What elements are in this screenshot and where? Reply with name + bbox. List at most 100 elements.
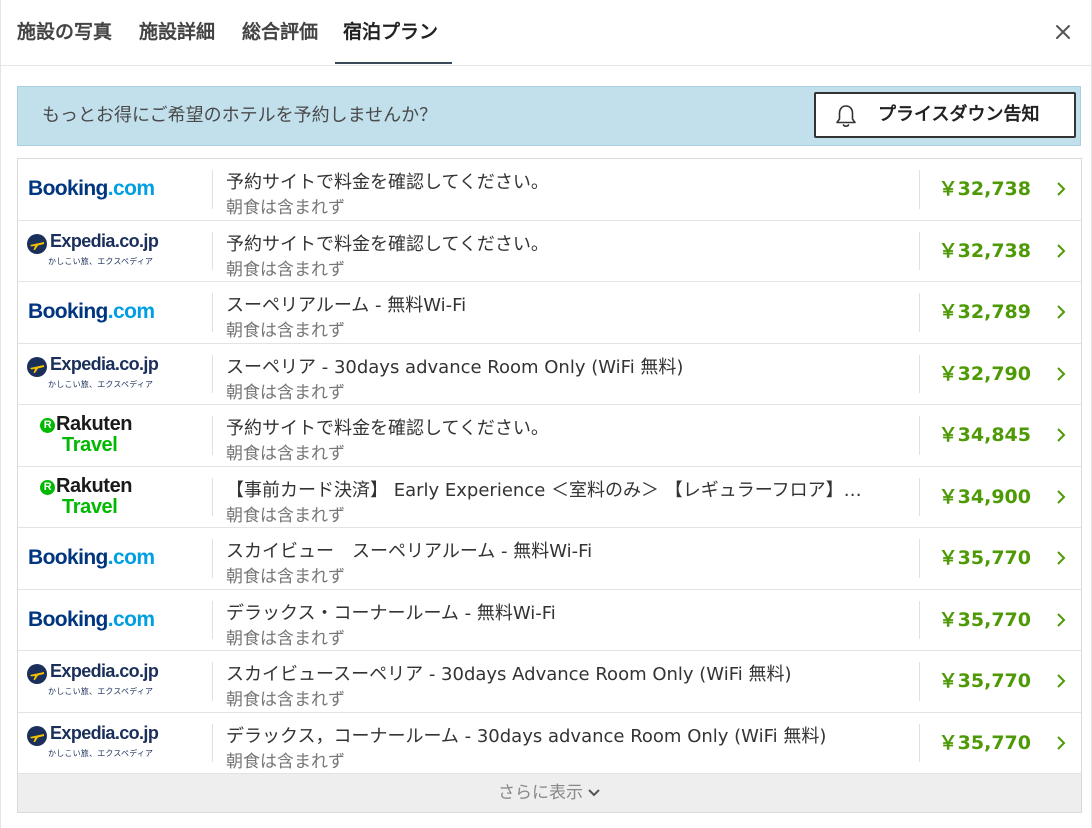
meal-info: 朝食は含まれず — [226, 567, 345, 587]
airplane-icon — [27, 233, 47, 254]
expedia-logo-tagline: かしこい旅、エクスペディア — [48, 687, 154, 696]
plan-row-5[interactable]: R Rakuten Travel 予約サイトで料金を確認してください。 朝食は含まれ… — [18, 405, 1081, 467]
provider-logo: Expedia.co.jp かしこい旅、エクスペディア — [18, 221, 212, 282]
expedia-logo: Expedia.co.jp かしこい旅、エクスペディア — [26, 231, 176, 273]
chevron-down-icon — [588, 789, 600, 797]
rakuten-logo-travel: Travel — [62, 434, 118, 456]
booking-logo-text: Booking — [28, 546, 108, 570]
rakuten-logo: R Rakuten Travel — [40, 413, 160, 459]
plan-name: スーペリアルーム - 無料Wi-Fi — [226, 295, 467, 316]
expedia-logo-tagline: かしこい旅、エクスペディア — [48, 256, 154, 266]
tab-photos[interactable]: 施設の写真 — [17, 0, 112, 64]
provider-logo: Booking.com — [18, 282, 212, 343]
airplane-icon — [27, 664, 47, 684]
plan-name: スーペリア - 30days advance Room Only (WiFi 無… — [226, 356, 684, 378]
divider — [919, 723, 920, 762]
chevron-right-icon — [1057, 182, 1066, 196]
plan-name: スカイビュー スーペリアルーム - 無料Wi-Fi — [226, 541, 593, 562]
divider — [212, 600, 213, 639]
plan-row-10[interactable]: Expedia.co.jp かしこい旅、エクスペディア デラックス，コーナールーム… — [18, 713, 1081, 774]
divider — [919, 662, 920, 701]
rakuten-logo-top: R Rakuten — [40, 413, 133, 436]
divider — [212, 354, 213, 393]
booking-logo-text: Booking — [28, 177, 108, 201]
rakuten-logo-top: R Rakuten — [40, 475, 133, 498]
plan-row-8[interactable]: Booking.com デラックス・コーナールーム - 無料Wi-Fi 朝食は含… — [18, 590, 1081, 651]
price-down-alert-button[interactable]: プライスダウン告知 — [814, 92, 1076, 138]
divider — [919, 170, 920, 209]
provider-logo: Expedia.co.jp かしこい旅、エクスペディア — [18, 651, 212, 712]
plan-row-4[interactable]: Expedia.co.jp かしこい旅、エクスペディア スーペリア - 30day… — [18, 344, 1081, 405]
plan-price: ￥35,770 — [938, 608, 1031, 631]
tab-details[interactable]: 施設詳細 — [139, 0, 215, 64]
divider — [212, 723, 213, 762]
meal-info: 朝食は含まれず — [226, 321, 345, 341]
chevron-right-icon — [1057, 612, 1066, 627]
provider-logo: Expedia.co.jp かしこい旅、エクスペディア — [18, 344, 212, 405]
chevron-right-icon — [1057, 428, 1066, 442]
plan-price: ￥32,790 — [938, 362, 1031, 385]
divider — [919, 539, 920, 578]
chevron-right-icon — [1057, 366, 1066, 381]
meal-info: 朝食は含まれず — [226, 198, 345, 218]
plan-price: ￥34,845 — [938, 424, 1031, 446]
expedia-logo-tagline: かしこい旅、エクスペディア — [48, 748, 154, 758]
tab-bar: 施設の写真 施設詳細 総合評価 宿泊プラン — [1, 0, 1091, 66]
price-alert-banner: もっとお得にご希望のホテルを予約しませんか？ プライスダウン告知 — [17, 86, 1081, 146]
plan-row-3[interactable]: Booking.com スーペリアルーム - 無料Wi-Fi 朝食は含まれず ￥… — [18, 282, 1081, 344]
expedia-logo-text: Expedia.co.jp — [50, 661, 159, 681]
expedia-logo: Expedia.co.jp かしこい旅、エクスペディア — [26, 661, 176, 703]
plan-row-9[interactable]: Expedia.co.jp かしこい旅、エクスペディア スカイビュースーペリア -… — [18, 651, 1081, 713]
meal-info: 朝食は含まれず — [226, 382, 345, 403]
provider-logo: Booking.com — [18, 159, 212, 220]
show-more-label: さらに表示 — [498, 783, 583, 803]
expedia-logo-text: Expedia.co.jp — [50, 722, 159, 743]
plan-name: 【事前カード決済】 Early Experience ＜室料のみ＞ 【レギュラー… — [226, 479, 862, 501]
meal-info: 朝食は含まれず — [226, 259, 345, 280]
expedia-logo-tagline: かしこい旅、エクスペディア — [48, 379, 154, 389]
plan-price: ￥32,789 — [938, 301, 1031, 323]
booking-logo-dotcom: .com — [107, 300, 155, 324]
expedia-logo: Expedia.co.jp かしこい旅、エクスペディア — [26, 723, 176, 765]
rakuten-logo-travel: Travel — [62, 495, 118, 518]
chevron-right-icon — [1057, 489, 1066, 504]
plan-price: ￥34,900 — [938, 485, 1031, 508]
plan-row-1[interactable]: Booking.com 予約サイトで料金を確認してください。 朝食は含まれず ￥… — [18, 159, 1081, 221]
divider — [212, 416, 213, 455]
tab-reviews[interactable]: 総合評価 — [242, 0, 318, 64]
rakuten-mark-icon: R — [40, 418, 55, 433]
show-more-button[interactable]: さらに表示 — [18, 774, 1081, 812]
booking-logo: Booking.com — [28, 546, 155, 570]
plan-row-6[interactable]: R Rakuten Travel 【事前カード決済】 Early Experienc… — [18, 467, 1081, 528]
divider — [919, 293, 920, 332]
divider — [919, 477, 920, 516]
chevron-right-icon — [1057, 305, 1066, 319]
divider — [919, 354, 920, 393]
booking-logo: Booking.com — [28, 607, 155, 632]
plan-row-7[interactable]: Booking.com スカイビュー スーペリアルーム - 無料Wi-Fi 朝食… — [18, 528, 1081, 590]
plan-price: ￥35,770 — [938, 670, 1031, 692]
chevron-right-icon — [1057, 243, 1066, 258]
plan-name: デラックス・コーナールーム - 無料Wi-Fi — [226, 602, 556, 624]
expedia-logo: Expedia.co.jp かしこい旅、エクスペディア — [26, 354, 176, 396]
provider-logo: Booking.com — [18, 590, 212, 651]
booking-logo-dotcom: .com — [107, 607, 155, 631]
meal-info: 朝食は含まれず — [226, 444, 345, 464]
airplane-icon — [27, 356, 47, 377]
expedia-logo-text: Expedia.co.jp — [50, 353, 159, 374]
divider — [212, 231, 213, 270]
booking-logo-dotcom: .com — [107, 177, 155, 201]
expedia-logo-text: Expedia.co.jp — [50, 230, 159, 251]
tab-plans[interactable]: 宿泊プラン — [334, 0, 453, 64]
close-button[interactable] — [1049, 18, 1077, 46]
meal-info: 朝食は含まれず — [226, 751, 345, 772]
booking-logo-text: Booking — [28, 607, 108, 631]
provider-logo: R Rakuten Travel — [18, 467, 212, 528]
meal-info: 朝食は含まれず — [226, 628, 345, 649]
plan-name: スカイビュースーペリア - 30days Advance Room Only (… — [226, 664, 792, 685]
booking-logo-dotcom: .com — [107, 546, 155, 570]
price-down-alert-label: プライスダウン告知 — [878, 104, 1040, 125]
booking-logo-text: Booking — [28, 300, 108, 324]
plan-name: 予約サイトで料金を確認してください。 — [226, 172, 549, 193]
plan-row-2[interactable]: Expedia.co.jp かしこい旅、エクスペディア 予約サイトで料金を確認して… — [18, 221, 1081, 282]
